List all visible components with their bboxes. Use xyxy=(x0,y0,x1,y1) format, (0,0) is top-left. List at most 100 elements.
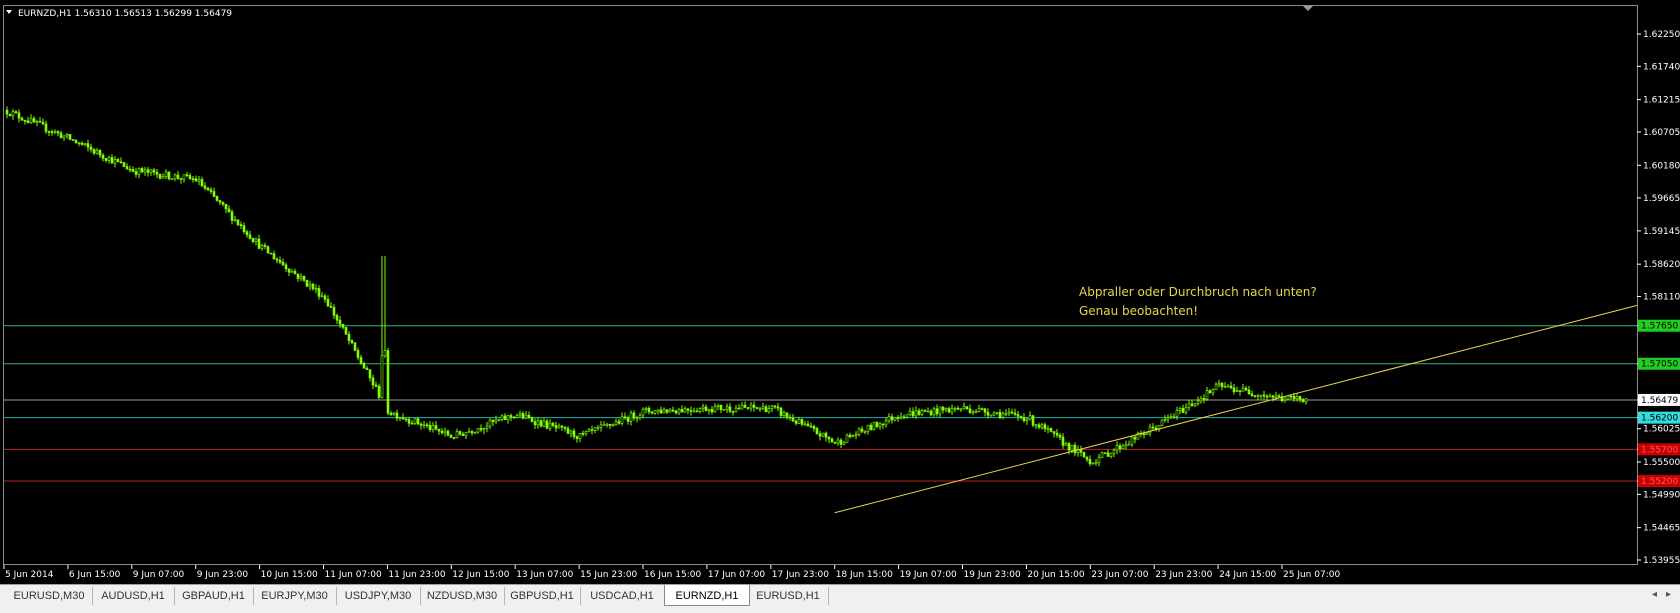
tab-gbpaud-h1[interactable]: GBPAUD,H1 xyxy=(174,587,254,605)
candle-body xyxy=(167,171,171,180)
candle-body xyxy=(296,273,300,279)
candle-body xyxy=(749,404,753,409)
candle-body xyxy=(1277,395,1281,398)
tab-audusd-h1[interactable]: AUDUSD,H1 xyxy=(92,587,175,605)
candle-body xyxy=(620,416,624,424)
candle-body xyxy=(656,409,660,412)
tab-eurnzd-h1[interactable]: EURNZD,H1 xyxy=(664,585,750,606)
candle-body xyxy=(83,143,87,145)
tab-gbpusd-h1[interactable]: GBPUSD,H1 xyxy=(504,587,581,605)
candle-body xyxy=(941,406,945,411)
candle-body xyxy=(611,424,615,427)
time-axis-label: 25 Jun 07:00 xyxy=(1283,570,1340,580)
candle-body xyxy=(188,175,192,179)
candle-body xyxy=(491,419,495,423)
candle-body xyxy=(485,425,489,429)
candle-body xyxy=(911,411,915,417)
candle-body xyxy=(1133,436,1137,440)
candle-body xyxy=(977,408,981,412)
candle-body xyxy=(983,408,987,413)
candle-body xyxy=(365,367,369,370)
candle-body xyxy=(143,169,147,173)
time-axis-label: 6 Jun 15:00 xyxy=(69,570,121,580)
tab-eurusd-h1[interactable]: EURUSD,H1 xyxy=(748,587,829,605)
level-price-label: 1.56479 xyxy=(1641,396,1678,406)
candle-body xyxy=(710,409,714,413)
candle-body xyxy=(35,120,39,123)
candle-body xyxy=(389,412,393,415)
candle-body xyxy=(848,434,852,438)
candle-body xyxy=(1127,443,1131,446)
candle-body xyxy=(1298,396,1302,400)
candle-body xyxy=(692,410,696,413)
candle-body xyxy=(86,143,90,148)
chart-window[interactable]: EURNZD,H1 1.56310 1.56513 1.56299 1.5647… xyxy=(0,0,1680,584)
candle-body xyxy=(1181,407,1185,413)
candle-body xyxy=(1268,395,1272,398)
candle-body xyxy=(302,276,306,281)
candle-body xyxy=(626,417,630,422)
candle-body xyxy=(557,425,561,429)
candle-body xyxy=(374,384,378,387)
tabs-scroll-right-icon[interactable]: ▸ xyxy=(1666,589,1671,600)
candle-body xyxy=(1118,445,1122,450)
candle-body xyxy=(149,169,153,173)
candle-body xyxy=(278,259,282,263)
time-axis-label: 9 Jun 23:00 xyxy=(197,570,249,580)
candle-body xyxy=(77,142,81,144)
candle-body xyxy=(92,149,96,154)
candle-body xyxy=(218,200,222,203)
candle-body xyxy=(659,409,663,414)
tab-eurusd-m30[interactable]: EURUSD,M30 xyxy=(6,587,93,605)
candle-body xyxy=(479,428,483,431)
candle-body xyxy=(341,324,345,328)
price-axis-label: 1.61740 xyxy=(1643,62,1680,72)
candle-body xyxy=(587,429,591,432)
candle-body xyxy=(806,423,810,427)
candle-body xyxy=(416,418,420,425)
candle-body xyxy=(674,410,678,414)
candle-body xyxy=(65,134,69,137)
candle-body xyxy=(863,430,867,433)
candle-body xyxy=(1004,412,1008,415)
price-axis-label: 1.60705 xyxy=(1643,128,1680,138)
candle-body xyxy=(488,419,492,427)
candle-body xyxy=(212,191,216,197)
candle-body xyxy=(356,350,360,358)
candle-body xyxy=(818,433,822,437)
candle-body xyxy=(653,410,657,414)
candle-body xyxy=(1169,416,1173,418)
candle-body xyxy=(935,408,939,415)
candle-body xyxy=(1043,424,1047,430)
candle-body xyxy=(632,412,636,419)
tabs-scroll-left-icon[interactable]: ◂ xyxy=(1652,589,1657,600)
candle-body xyxy=(1286,395,1290,400)
candle-body xyxy=(1085,456,1089,460)
candle-body xyxy=(767,408,771,413)
symbol-dropdown-icon[interactable] xyxy=(6,10,12,14)
tab-eurjpy-m30[interactable]: EURJPY,M30 xyxy=(253,587,337,605)
candle-body xyxy=(827,436,831,440)
candle-body xyxy=(764,406,768,413)
price-axis-label: 1.60180 xyxy=(1643,161,1680,171)
candle-body xyxy=(542,420,546,427)
candle-body xyxy=(857,428,861,436)
candle-body xyxy=(158,173,162,179)
candle-body xyxy=(554,425,558,429)
tab-usdjpy-m30[interactable]: USDJPY,M30 xyxy=(336,587,421,605)
candle-body xyxy=(113,159,117,164)
candle-body xyxy=(677,409,681,414)
candle-body xyxy=(986,411,990,416)
time-axis-label: 11 Jun 23:00 xyxy=(388,570,445,580)
chart-scroll-marker-icon[interactable] xyxy=(1303,6,1313,11)
price-chart[interactable]: EURNZD,H1 1.56310 1.56513 1.56299 1.5647… xyxy=(0,0,1680,584)
candle-body xyxy=(638,414,642,419)
tab-usdcad-h1[interactable]: USDCAD,H1 xyxy=(580,587,665,605)
candle-body xyxy=(221,202,225,205)
candle-body xyxy=(776,406,780,409)
candle-body xyxy=(539,420,543,427)
candle-body xyxy=(1064,443,1068,446)
candle-body xyxy=(566,428,570,434)
candle-body xyxy=(722,409,726,411)
tab-nzdusd-m30[interactable]: NZDUSD,M30 xyxy=(420,587,505,605)
